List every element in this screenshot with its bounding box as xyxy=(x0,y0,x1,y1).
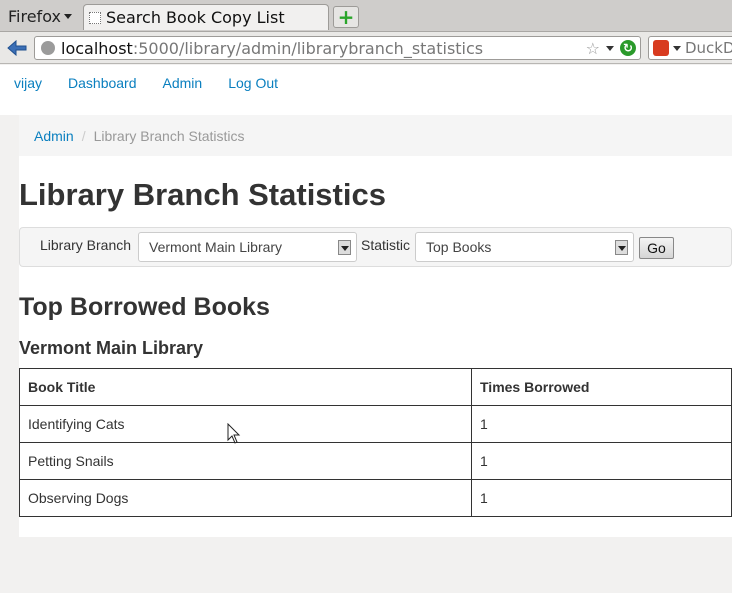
go-button[interactable]: Go xyxy=(639,237,674,259)
book-title-cell: Identifying Cats xyxy=(19,405,472,443)
new-tab-button[interactable]: + xyxy=(333,6,359,28)
bookmark-star-icon[interactable]: ☆ xyxy=(586,39,600,58)
table-row: Identifying Cats 1 xyxy=(19,405,732,443)
reload-icon[interactable]: ↻ xyxy=(620,40,636,56)
chevron-down-icon xyxy=(673,45,681,51)
column-header-times-borrowed: Times Borrowed xyxy=(471,368,732,406)
plus-icon: + xyxy=(337,5,355,29)
table-header-row: Book Title Times Borrowed xyxy=(19,368,732,406)
times-borrowed-cell: 1 xyxy=(471,479,732,517)
top-navigation: vijay Dashboard Admin Log Out xyxy=(14,75,278,91)
nav-dashboard-link[interactable]: Dashboard xyxy=(68,75,137,91)
times-borrowed-cell: 1 xyxy=(471,405,732,443)
firefox-menu-label: Firefox xyxy=(8,6,61,26)
url-host: localhost xyxy=(61,38,133,58)
statistic-select[interactable]: Top Books xyxy=(415,232,634,262)
nav-admin-link[interactable]: Admin xyxy=(163,75,203,91)
chevron-down-icon xyxy=(338,240,351,255)
results-subheading: Vermont Main Library xyxy=(19,338,204,358)
main-container: Admin / Library Branch Statistics Librar… xyxy=(19,115,732,537)
mouse-cursor-icon xyxy=(227,423,241,444)
chevron-down-icon xyxy=(63,13,72,19)
breadcrumb-current: Library Branch Statistics xyxy=(93,127,245,144)
nav-logout-link[interactable]: Log Out xyxy=(228,75,278,91)
page-title: Library Branch Statistics xyxy=(19,177,386,212)
chevron-down-icon[interactable] xyxy=(606,46,614,51)
chevron-down-icon xyxy=(615,240,628,255)
url-bar[interactable]: localhost:5000/library/admin/librarybran… xyxy=(34,36,641,60)
breadcrumb-separator: / xyxy=(81,127,86,144)
web-page: vijay Dashboard Admin Log Out Admin / Li… xyxy=(0,65,732,593)
results-table: Book Title Times Borrowed Identifying Ca… xyxy=(19,368,732,517)
back-arrow-icon xyxy=(7,40,27,56)
branch-select[interactable]: Vermont Main Library xyxy=(138,232,357,262)
content-area: Admin / Library Branch Statistics Librar… xyxy=(0,115,732,593)
breadcrumb-admin-link[interactable]: Admin xyxy=(34,128,74,144)
tab-title: Search Book Copy List xyxy=(106,8,285,27)
nav-user-link[interactable]: vijay xyxy=(14,75,42,91)
search-engine-icon xyxy=(653,40,669,56)
statistic-label: Statistic xyxy=(361,237,411,253)
browser-tab-bar: Firefox Search Book Copy List + xyxy=(0,0,732,32)
back-button[interactable] xyxy=(6,38,28,58)
table-row: Petting Snails 1 xyxy=(19,442,732,480)
statistic-select-value: Top Books xyxy=(426,239,492,255)
table-row: Observing Dogs 1 xyxy=(19,479,732,517)
filter-form: Library Branch Vermont Main Library Stat… xyxy=(19,227,732,267)
page-icon xyxy=(89,11,101,24)
column-header-book-title: Book Title xyxy=(19,368,472,406)
url-path: :5000/library/admin/librarybranch_statis… xyxy=(132,38,484,58)
branch-select-value: Vermont Main Library xyxy=(149,239,283,255)
firefox-menu-button[interactable]: Firefox xyxy=(4,4,76,28)
browser-tab[interactable]: Search Book Copy List xyxy=(83,4,329,30)
results-heading: Top Borrowed Books xyxy=(19,293,270,321)
breadcrumb: Admin / Library Branch Statistics xyxy=(19,115,732,156)
times-borrowed-cell: 1 xyxy=(471,442,732,480)
browser-nav-bar: localhost:5000/library/admin/librarybran… xyxy=(0,32,732,64)
branch-label: Library Branch xyxy=(40,237,132,253)
globe-icon xyxy=(41,41,55,55)
book-title-cell: Petting Snails xyxy=(19,442,472,480)
search-engine-box[interactable]: DuckD xyxy=(648,36,732,60)
book-title-cell: Observing Dogs xyxy=(19,479,472,517)
search-engine-label: DuckD xyxy=(685,39,732,57)
